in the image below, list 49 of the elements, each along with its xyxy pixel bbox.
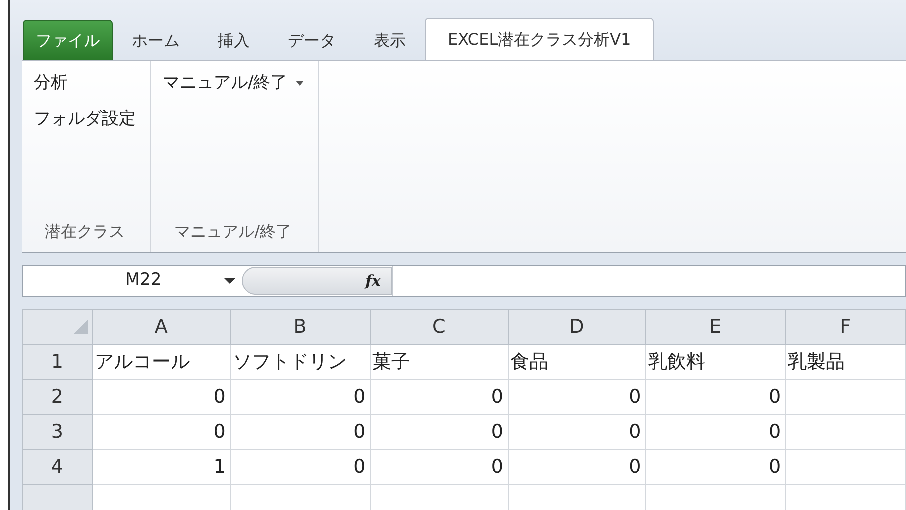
table-cell[interactable]: ソフトドリン <box>230 344 370 380</box>
column-header[interactable]: C <box>370 310 508 344</box>
table-cell[interactable]: 食品 <box>508 344 646 380</box>
ribbon-tab[interactable]: 表示 <box>355 20 425 60</box>
table-cell[interactable]: 0 <box>92 414 230 450</box>
ribbon-tab[interactable]: 挿入 <box>199 20 269 60</box>
column-header[interactable]: D <box>508 310 646 344</box>
table-cell[interactable]: 乳飲料 <box>646 344 786 380</box>
column-header[interactable]: F <box>786 310 906 344</box>
ribbon-button[interactable]: フォルダ設定 <box>30 104 140 134</box>
insert-function-button[interactable]: fx <box>242 267 392 295</box>
table-cell[interactable]: 0 <box>92 380 230 414</box>
table-cell[interactable]: 0 <box>646 450 786 484</box>
table-cell[interactable]: 0 <box>646 380 786 414</box>
table-cell[interactable]: 乳製品 <box>786 344 906 380</box>
table-cell[interactable]: 0 <box>370 414 508 450</box>
row-header[interactable]: 1 <box>22 344 92 380</box>
row-header[interactable]: 2 <box>22 380 92 414</box>
table-cell[interactable]: 0 <box>508 414 646 450</box>
table-cell[interactable]: アルコール <box>92 344 230 380</box>
table-cell[interactable]: 0 <box>508 450 646 484</box>
table-cell[interactable]: 0 <box>230 450 370 484</box>
select-all-icon[interactable] <box>74 320 88 334</box>
ribbon-tab[interactable]: EXCEL潜在クラス分析V1 <box>425 18 654 60</box>
file-tab[interactable]: ファイル <box>23 20 113 60</box>
ribbon-tab[interactable]: データ <box>269 20 355 60</box>
row-header[interactable]: 4 <box>22 450 92 484</box>
ribbon-button[interactable]: マニュアル/終了 <box>159 69 308 98</box>
group-label: マニュアル/終了 <box>174 221 294 243</box>
caret-icon[interactable] <box>224 277 236 285</box>
table-cell[interactable]: 0 <box>230 414 370 450</box>
table-cell[interactable]: 菓子 <box>370 344 508 380</box>
table-cell[interactable]: 0 <box>508 380 646 414</box>
column-header[interactable]: E <box>646 310 786 344</box>
cell-reference: M22 <box>124 269 163 292</box>
function-label: fx <box>366 270 381 292</box>
row-header[interactable]: 3 <box>22 414 92 450</box>
name-box[interactable]: M22 fx <box>23 266 393 296</box>
group-label: 潜在クラス <box>44 221 126 243</box>
table-cell[interactable]: 0 <box>370 450 508 484</box>
caret-icon <box>296 81 304 86</box>
column-header[interactable]: A <box>92 310 230 344</box>
ribbon-tab[interactable]: ホーム <box>113 20 199 60</box>
column-header[interactable]: B <box>230 310 370 344</box>
table-cell[interactable]: 1 <box>92 450 230 484</box>
table-cell[interactable]: 0 <box>230 380 370 414</box>
table-cell[interactable]: 0 <box>646 414 786 450</box>
table-cell[interactable]: 0 <box>370 380 508 414</box>
ribbon-button[interactable]: 分析 <box>30 69 140 98</box>
